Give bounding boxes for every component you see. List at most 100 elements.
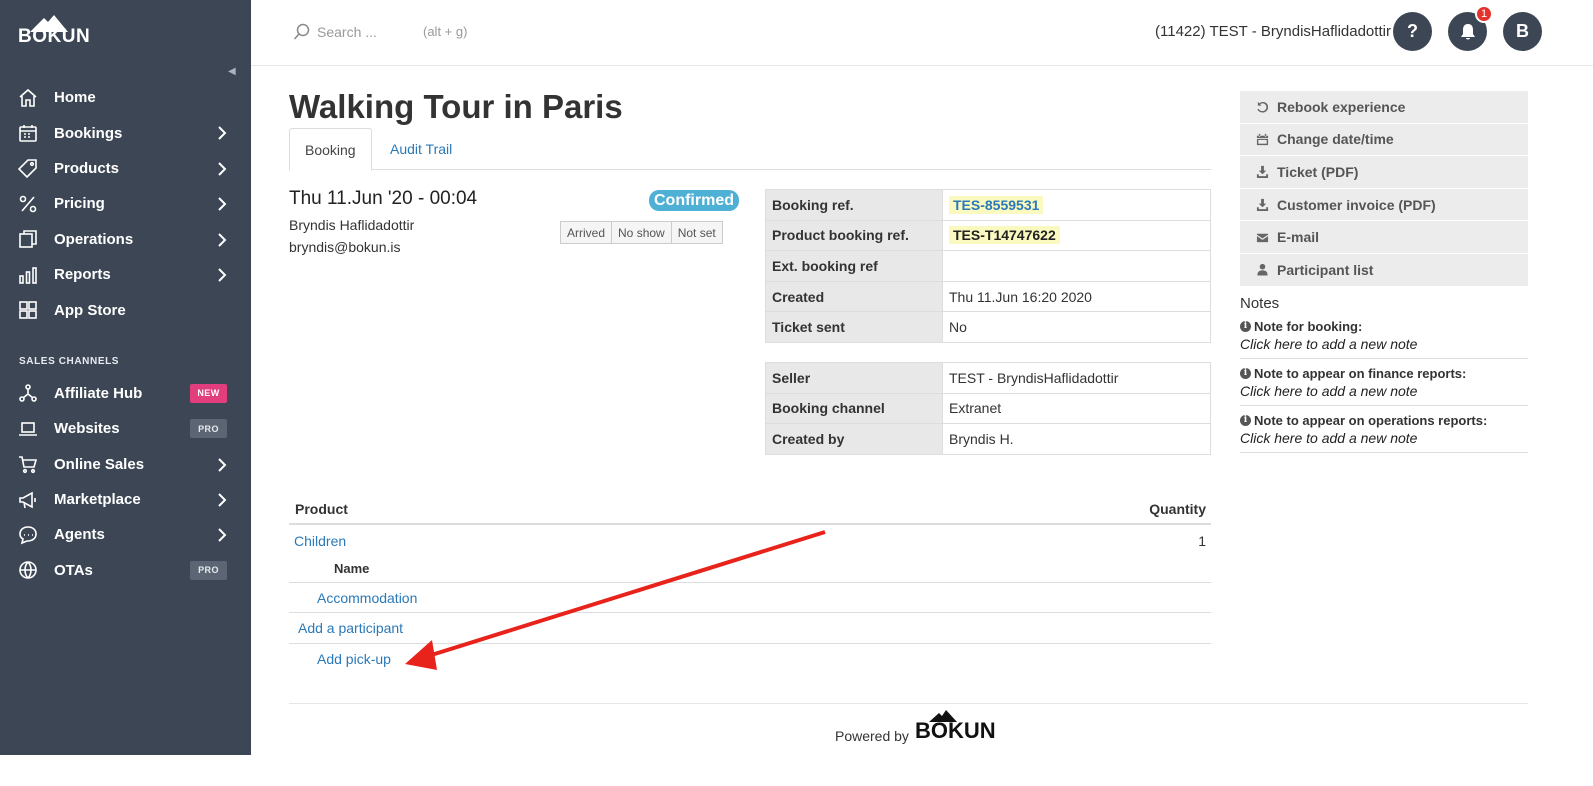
sidebar-item-affiliate-hub[interactable]: Affiliate Hub NEW [0,376,251,411]
booking-channel-label: Booking channel [765,392,943,425]
grid-icon [18,300,38,320]
account-name[interactable]: (11422) TEST - BryndisHaflidadottir [1155,23,1391,40]
bell-icon [1460,23,1475,39]
arrived-button[interactable]: Arrived [560,221,613,244]
add-booking-note-link[interactable]: Click here to add a new note [1240,336,1528,352]
sidebar-item-label: OTAs [54,561,93,579]
add-pickup-link[interactable]: Add pick-up [317,651,391,667]
help-button[interactable]: ? [1393,12,1432,51]
participant-name-header-row: Name [289,555,1211,583]
user-avatar-button[interactable]: B [1503,12,1542,51]
logo-text: BÓKUN [18,26,91,47]
sidebar-item-reports[interactable]: Reports [0,257,251,292]
sidebar-item-bookings[interactable]: Bookings [0,115,251,150]
product-booking-ref-label: Product booking ref. [765,219,943,252]
product-column-header: Product [295,501,348,517]
table-row: Children 1 [289,527,1211,555]
sidebar-item-label: Websites [54,420,120,438]
participant-list-button[interactable]: Participant list [1240,253,1528,287]
chevron-right-icon [217,457,227,473]
chevron-right-icon [217,527,227,543]
created-value: Thu 11.Jun 16:20 2020 [942,280,1211,313]
chat-icon [18,525,38,545]
rebook-experience-button[interactable]: Rebook experience [1240,91,1528,124]
sidebar-item-label: Online Sales [54,455,145,473]
tab-audit-trail[interactable]: Audit Trail [375,128,467,170]
page-title: Walking Tour in Paris [289,88,623,125]
table-row: Created by Bryndis H. [765,423,1211,455]
email-button[interactable]: E-mail [1240,221,1528,254]
arrival-status-group: Arrived No show Not set [560,221,723,244]
sidebar-item-label: Affiliate Hub [54,384,143,402]
download-icon [1256,199,1269,212]
table-row: Booking channel Extranet [765,392,1211,425]
cart-icon [18,454,38,474]
table-row: Ext. booking ref [765,250,1211,282]
sidebar-item-marketplace[interactable]: Marketplace [0,482,251,517]
sidebar-item-otas[interactable]: OTAs PRO [0,553,251,588]
ticket-pdf-button[interactable]: Ticket (PDF) [1240,156,1528,189]
booking-tabs: Booking Audit Trail [289,128,1211,171]
customer-name: Bryndis Haflidadottir [289,217,415,233]
bokun-logo[interactable]: BÓKUN [18,14,91,48]
customer-invoice-pdf-button[interactable]: Customer invoice (PDF) [1240,188,1528,222]
footer: Powered by BÓKUN [835,710,996,744]
add-operations-note-link[interactable]: Click here to add a new note [1240,430,1528,446]
envelope-icon [1256,233,1269,242]
seller-value: TEST - BryndisHaflidadottir [942,362,1211,394]
percent-icon [18,194,38,214]
add-participant-link[interactable]: Add a participant [298,620,403,636]
sidebar-item-agents[interactable]: Agents [0,517,251,552]
product-quantity: 1 [1198,533,1206,549]
change-date-time-button[interactable]: Change date/time [1240,123,1528,157]
tab-booking[interactable]: Booking [289,128,372,171]
accommodation-link[interactable]: Accommodation [317,590,417,606]
seller-info-table: Seller TEST - BryndisHaflidadottir Booki… [765,362,1211,455]
calendar-icon [18,123,38,143]
booking-ref-link[interactable]: TES-8559531 [949,195,1044,214]
quantity-column-header: Quantity [1149,501,1206,517]
status-badge: Confirmed [649,190,739,211]
created-by-label: Created by [765,423,943,455]
chevron-right-icon [217,196,227,212]
sidebar-item-label: Products [54,159,120,177]
sidebar-item-app-store[interactable]: App Store [0,292,251,327]
help-icon: ? [1407,21,1418,41]
notes-heading: Notes [1240,294,1280,312]
product-booking-ref-value: TES-T14747622 [949,226,1060,245]
info-icon: i [1240,367,1251,379]
search-icon [293,23,311,41]
sidebar-item-label: Reports [54,266,111,284]
table-row: Booking ref. TES-8559531 [765,189,1211,221]
note-booking: i Note for booking: Click here to add a n… [1240,312,1528,359]
pro-badge: PRO [190,419,227,439]
sidebar-item-label: Marketplace [54,491,141,509]
ext-booking-ref-value [942,250,1211,282]
sidebar-item-online-sales[interactable]: Online Sales [0,447,251,482]
sidebar-item-home[interactable]: Home [0,80,251,115]
product-children-link[interactable]: Children [294,533,346,549]
sidebar-item-label: App Store [54,301,126,319]
no-show-button[interactable]: No show [611,221,672,244]
sidebar-item-label: Bookings [54,124,123,142]
add-finance-note-link[interactable]: Click here to add a new note [1240,383,1528,399]
sidebar-item-pricing[interactable]: Pricing [0,186,251,221]
sidebar-item-operations[interactable]: Operations [0,222,251,257]
sidebar-item-products[interactable]: Products [0,151,251,186]
not-set-button[interactable]: Not set [670,221,723,244]
sales-channels-heading: SALES CHANNELS [19,356,120,368]
top-bar: (alt + g) (11422) TEST - BryndisHaflidad… [251,0,1593,66]
note-label: Note to appear on operations reports: [1254,412,1488,428]
globe-icon [18,560,38,580]
user-icon [1257,264,1268,276]
undo-icon [1257,102,1269,113]
ext-booking-ref-label: Ext. booking ref [765,250,943,282]
table-row: Product booking ref. TES-T14747622 [765,219,1211,252]
action-label: Ticket (PDF) [1277,163,1359,180]
home-icon [18,88,38,108]
table-row: Add a participant [289,613,1211,644]
booking-actions-panel: Rebook experience Change date/time Ticke… [1240,91,1528,453]
collapse-sidebar-icon[interactable]: ◀ [228,66,236,77]
notification-count-badge: 1 [1475,5,1493,23]
sidebar-item-websites[interactable]: Websites PRO [0,411,251,446]
